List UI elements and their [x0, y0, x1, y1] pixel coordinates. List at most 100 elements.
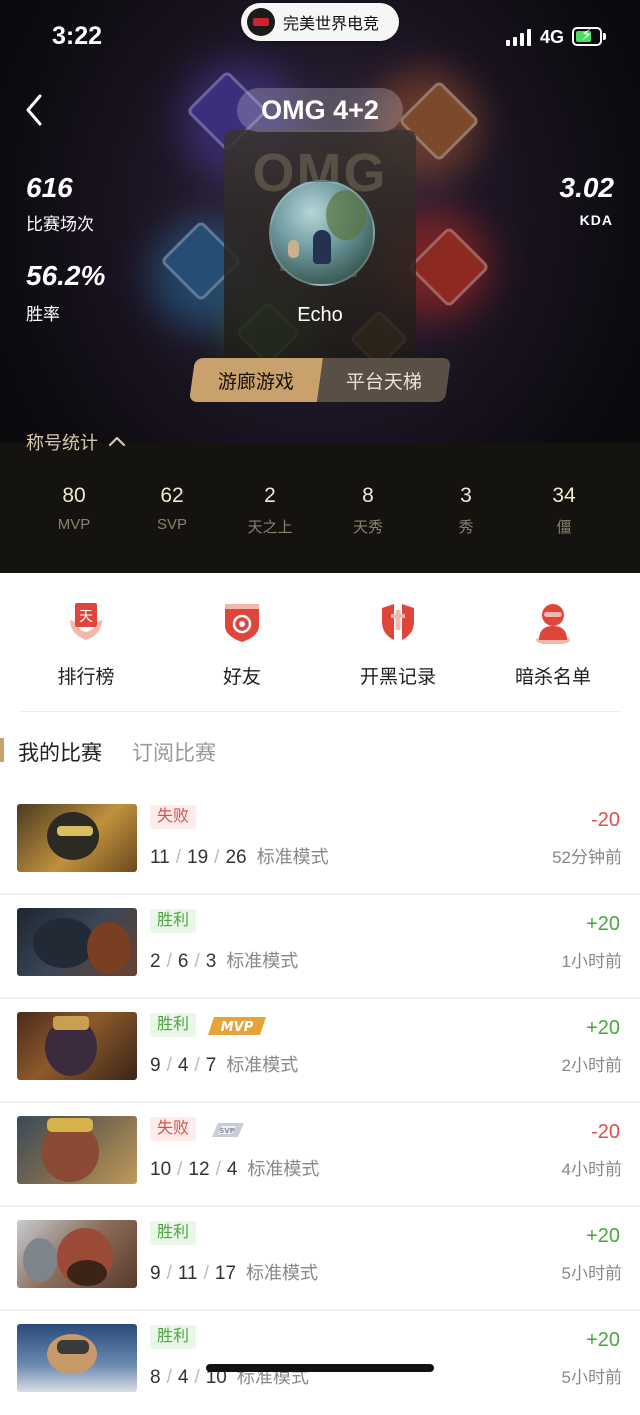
- title-stat-name: 僵: [556, 519, 572, 536]
- app-indicator-label: 完美世界电竞: [283, 16, 380, 33]
- assists: 26: [225, 847, 247, 868]
- hero-portrait: [17, 1220, 137, 1288]
- friends-button[interactable]: 好友: [192, 600, 292, 689]
- rating-change: +20: [586, 1017, 620, 1039]
- battery-tip: [603, 33, 606, 40]
- assists: 4: [226, 1159, 238, 1180]
- result-badge: 胜利: [150, 1221, 197, 1245]
- title-stat-name: 天之上: [247, 519, 293, 536]
- match-row[interactable]: 胜利 9/11/17 标准模式 +20 5小时前: [0, 1207, 640, 1311]
- title-stat-count: 34: [552, 484, 576, 507]
- title-stat-name: SVP: [156, 516, 187, 533]
- deaths: 11: [177, 1263, 198, 1284]
- winrate-value: 56.2%: [26, 260, 106, 291]
- deaths: 4: [177, 1055, 189, 1076]
- match-kda: 9/11/17 标准模式: [150, 1263, 319, 1284]
- tab-subscribed-matches[interactable]: 订阅比赛: [132, 737, 216, 767]
- title-stats-toggle[interactable]: 称号统计: [26, 429, 126, 455]
- title-stat-item: 80 MVP: [34, 484, 114, 533]
- result-badge: 失败: [150, 805, 197, 829]
- match-time-ago: 4小时前: [561, 1160, 622, 1179]
- divider: [18, 711, 622, 712]
- kills: 9: [150, 1055, 161, 1076]
- party-record-button[interactable]: 开黑记录: [348, 600, 448, 689]
- back-arrow-icon: [26, 94, 42, 126]
- assassination-list-button[interactable]: 暗杀名单: [503, 600, 603, 689]
- svp-badge-text: SVP: [219, 1127, 235, 1135]
- matches-label: 比赛场次: [26, 215, 94, 234]
- game-mode: 标准模式: [246, 1263, 319, 1283]
- username: Echo: [297, 304, 343, 326]
- title-stat-count: 80: [62, 484, 86, 507]
- kills: 10: [150, 1159, 172, 1180]
- game-type-segment: 游廊游戏 平台天梯: [188, 358, 452, 402]
- assists: 3: [205, 951, 217, 972]
- deaths: 6: [177, 951, 189, 972]
- hero-portrait: [17, 908, 137, 976]
- network-type: 4G: [540, 27, 565, 47]
- assassination-list-icon: [531, 600, 575, 645]
- hero-portrait: [17, 1012, 137, 1080]
- title-stat-item: 8 天秀: [328, 484, 408, 537]
- kills: 11: [150, 847, 170, 868]
- title-stat-name: MVP: [57, 516, 91, 533]
- match-row[interactable]: 胜利 MVP 9/4/7 标准模式 +20 2小时前: [0, 999, 640, 1103]
- segment-ladder[interactable]: 平台天梯: [316, 358, 452, 402]
- title-stat-name: 秀: [458, 519, 474, 536]
- party-record-icon: [376, 600, 420, 644]
- page-title: OMG 4+2: [237, 88, 403, 132]
- assists: 7: [205, 1055, 217, 1076]
- matches-count: 616: [26, 172, 73, 203]
- match-row[interactable]: 胜利 2/6/3 标准模式 +20 1小时前: [0, 895, 640, 999]
- avatar[interactable]: [269, 180, 375, 286]
- kda-label: KDA: [579, 212, 613, 228]
- match-row[interactable]: 失败 SVP 10/12/4 标准模式 -20 4小时前: [0, 1103, 640, 1207]
- back-button[interactable]: [22, 92, 52, 128]
- segment-arcade-games[interactable]: 游廊游戏: [188, 358, 324, 402]
- segment-label: 游廊游戏: [217, 371, 294, 393]
- title-stat-name: 天秀: [352, 519, 383, 536]
- action-label: 暗杀名单: [514, 667, 591, 688]
- game-mode: 标准模式: [226, 951, 299, 971]
- result-badge: 胜利: [150, 909, 197, 933]
- segment-label: 平台天梯: [345, 371, 422, 393]
- title-stat-count: 3: [460, 484, 472, 507]
- chevron-up-icon: [108, 431, 126, 452]
- mvp-badge-icon: MVP: [208, 1017, 266, 1035]
- action-label: 排行榜: [57, 667, 115, 688]
- match-time-ago: 5小时前: [561, 1368, 622, 1387]
- rating-change: +20: [586, 913, 620, 935]
- match-kda: 9/4/7 标准模式: [150, 1055, 299, 1076]
- battery-icon: ⚡: [572, 27, 602, 46]
- deaths: 12: [188, 1159, 210, 1180]
- result-badge: 胜利: [150, 1013, 197, 1037]
- match-time-ago: 52分钟前: [552, 848, 622, 867]
- rating-change: +20: [586, 1329, 620, 1351]
- signal-icon: [506, 29, 531, 46]
- svg-text:天: 天: [79, 609, 93, 625]
- match-row[interactable]: 失败 11/19/26 标准模式 -20 52分钟前: [0, 791, 640, 895]
- match-time-ago: 2小时前: [561, 1056, 622, 1075]
- status-time: 3:22: [52, 22, 103, 50]
- game-mode: 标准模式: [247, 1159, 320, 1179]
- tab-my-matches[interactable]: 我的比赛: [18, 737, 102, 767]
- hero-portrait: [17, 1324, 137, 1392]
- match-kda: 2/6/3 标准模式: [150, 951, 299, 972]
- title-stat-count: 62: [160, 484, 184, 507]
- title-stat-item: 2 天之上: [230, 484, 310, 537]
- active-tab-indicator: [0, 738, 4, 762]
- hero-portrait: [17, 1116, 137, 1184]
- leaderboard-button[interactable]: 天 排行榜: [36, 600, 136, 689]
- leaderboard-icon: 天: [64, 600, 108, 644]
- title-stat-item: 34 僵: [524, 484, 604, 537]
- kills: 9: [150, 1263, 161, 1284]
- home-indicator[interactable]: [206, 1364, 434, 1372]
- match-kda: 11/19/26 标准模式: [150, 847, 329, 868]
- app-indicator-pill[interactable]: 完美世界电竞: [241, 3, 399, 41]
- mvp-badge-text: MVP: [221, 1020, 254, 1035]
- title-stat-item: 62 SVP: [132, 484, 212, 533]
- rating-change: -20: [591, 1121, 620, 1143]
- match-row[interactable]: 胜利 8/4/10 标准模式 +20 5小时前: [0, 1311, 640, 1415]
- game-mode: 标准模式: [226, 1055, 299, 1075]
- result-badge: 胜利: [150, 1325, 197, 1349]
